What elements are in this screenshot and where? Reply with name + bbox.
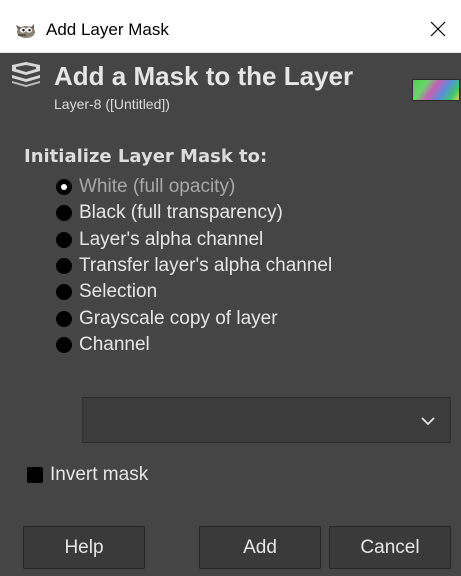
close-button[interactable]	[415, 8, 461, 53]
mask-init-radio-group: White (full opacity) Black (full transpa…	[56, 174, 456, 358]
radio-button[interactable]	[56, 205, 72, 222]
radio-label: Layer's alpha channel	[79, 228, 264, 250]
dialog-header: Add a Mask to the Layer Layer-8 ([Untitl…	[0, 53, 461, 125]
radio-label: White (full opacity)	[79, 176, 236, 198]
title-bar: Add Layer Mask	[0, 0, 461, 53]
invert-mask-label: Invert mask	[50, 464, 149, 485]
radio-white-full-opacity[interactable]: White (full opacity)	[56, 174, 456, 200]
radio-label: Grayscale copy of layer	[79, 307, 278, 329]
channel-dropdown[interactable]	[82, 397, 451, 443]
radio-button[interactable]	[56, 284, 72, 301]
add-button[interactable]: Add	[199, 526, 321, 569]
layer-mask-icon	[10, 61, 42, 87]
help-button[interactable]: Help	[23, 526, 145, 569]
cancel-button[interactable]: Cancel	[329, 526, 451, 569]
radio-button[interactable]	[56, 336, 72, 353]
invert-mask-toggle[interactable]: Invert mask	[27, 463, 148, 487]
radio-button-selected[interactable]	[56, 179, 72, 196]
radio-button[interactable]	[56, 231, 72, 248]
init-mask-label: Initialize Layer Mask to:	[24, 146, 268, 167]
layer-name-subtitle: Layer-8 ([Untitled])	[54, 96, 170, 112]
radio-button[interactable]	[56, 310, 72, 327]
radio-button[interactable]	[56, 258, 72, 275]
radio-black-full-transparency[interactable]: Black (full transparency)	[56, 200, 456, 226]
radio-selection[interactable]: Selection	[56, 279, 456, 305]
close-icon	[430, 21, 446, 41]
radio-layer-alpha-channel[interactable]: Layer's alpha channel	[56, 227, 456, 253]
radio-label: Black (full transparency)	[79, 202, 283, 224]
radio-label: Channel	[79, 333, 150, 355]
radio-label: Transfer layer's alpha channel	[79, 255, 333, 277]
dialog-heading: Add a Mask to the Layer	[54, 61, 354, 91]
radio-label: Selection	[79, 281, 158, 303]
radio-channel[interactable]: Channel	[56, 332, 456, 358]
window-title: Add Layer Mask	[46, 20, 169, 39]
layer-thumbnail	[412, 79, 460, 101]
add-layer-mask-dialog: Add Layer Mask Add a Mask to the Layer L…	[0, 0, 461, 576]
invert-mask-checkbox[interactable]	[27, 467, 43, 483]
gimp-wilber-icon	[14, 21, 36, 39]
radio-grayscale-copy[interactable]: Grayscale copy of layer	[56, 305, 456, 331]
chevron-down-icon	[420, 413, 436, 429]
radio-transfer-alpha-channel[interactable]: Transfer layer's alpha channel	[56, 253, 456, 279]
